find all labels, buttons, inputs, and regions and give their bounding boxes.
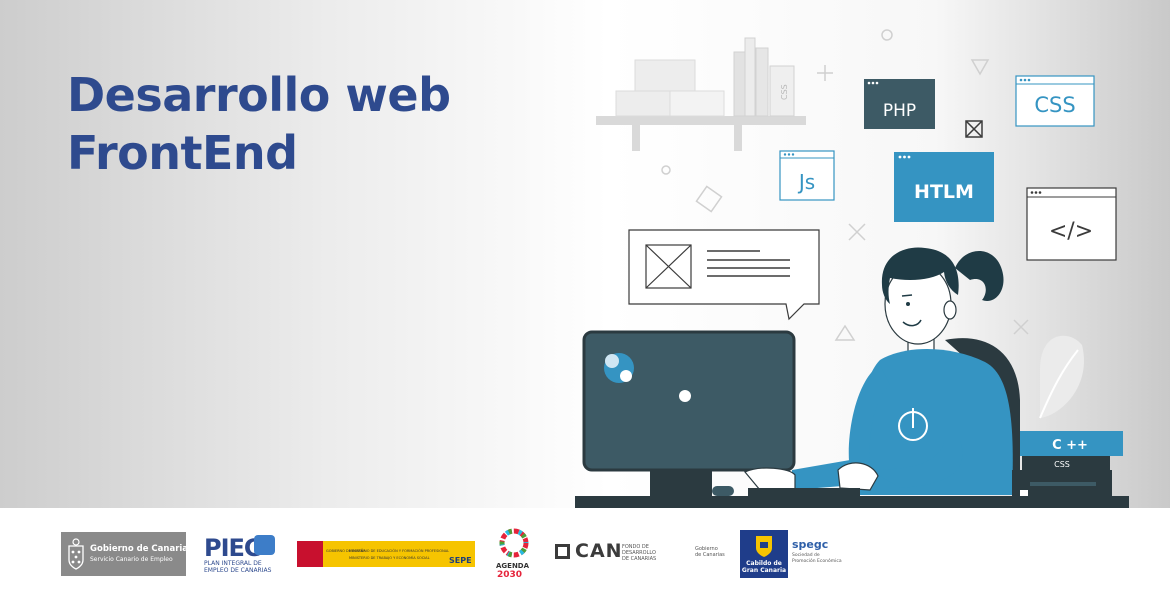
ministerio-educacion-text: MINISTERIO DE EDUCACIÓN Y FORMACIÓN PROF… [349, 549, 450, 553]
logo-piec: PIEC PLAN INTEGRAL DE EMPLEO DE CANARIAS [204, 534, 276, 576]
logo-gobierno-espana: GOBIERNO DE ESPAÑA MINISTERIO DE EDUCACI… [297, 538, 477, 572]
coat-of-arms-icon [68, 538, 84, 570]
gobierno-espana-text: GOBIERNO DE ESPAÑA [326, 549, 366, 553]
shelf-book-label: CSS [780, 84, 789, 100]
sdg-wheel-icon [499, 528, 529, 558]
agenda-line2: 2030 [497, 570, 523, 580]
agenda-line1: AGENDA [496, 562, 530, 570]
ministerio-trabajo-text: MINISTERIO DE TRABAJO Y ECONOMÍA SOCIAL [349, 556, 430, 560]
html-window: HTLM [894, 152, 994, 222]
php-label: PHP [883, 101, 916, 121]
logo-spegc: spegc Sociedad de Promoción Económica [792, 538, 852, 570]
css-window: CSS [1015, 75, 1095, 127]
php-window: PHP [864, 79, 935, 129]
css-label: CSS [1034, 93, 1075, 117]
shelf: CSS [596, 37, 806, 151]
developer-illustration: CSS PHP CSS Js HTLM </> CSS C ++ [575, 29, 1129, 508]
fdcan-mark-icon [555, 544, 570, 559]
books-stack: CSS C ++ [1012, 431, 1123, 496]
cabildo-line2: Gran Canaria [741, 567, 787, 574]
book-css-label: CSS [1054, 460, 1070, 469]
fdcan-gob2: de Canarias [695, 552, 725, 558]
spegc-line1: Sociedad de [792, 553, 820, 558]
logo-fdcan: CAN FONDO DE DESARROLLO DE CANARIAS Gobi… [555, 540, 725, 568]
piec-mark-icon [254, 535, 275, 555]
code-label: </> [1049, 219, 1093, 244]
gobierno-line2: Servicio Canario de Empleo [90, 556, 173, 563]
piec-line1: PLAN INTEGRAL DE [204, 560, 262, 567]
logo-gobierno-canarias: Gobierno de Canarias Servicio Canario de… [61, 532, 193, 576]
js-window: Js [779, 150, 835, 201]
book-cpp-label: C ++ [1052, 438, 1088, 453]
spegc-line2: Promoción Económica [792, 559, 842, 564]
js-label: Js [797, 170, 815, 194]
banner: Desarrollo web FrontEnd CSS PHP CSS Js H… [0, 0, 1170, 508]
fdcan-line3: DE CANARIAS [622, 556, 657, 562]
html-label: HTLM [914, 181, 974, 203]
fdcan-name: CAN [575, 540, 623, 562]
sepe-text: SEPE [449, 556, 472, 565]
cabildo-line1: Cabildo de [746, 560, 782, 567]
piec-line2: EMPLEO DE CANARIAS [204, 567, 272, 574]
piec-name: PIEC [204, 534, 262, 562]
code-window: </> [1026, 187, 1117, 261]
gobierno-line1: Gobierno de Canarias [90, 544, 194, 554]
spegc-name: spegc [792, 538, 829, 551]
logo-cabildo-gran-canaria: Cabildo de Gran Canaria [740, 530, 788, 578]
footer-logos: Gobierno de Canarias Servicio Canario de… [0, 508, 1170, 600]
plant-leaf [1039, 335, 1084, 419]
spain-coat-icon [297, 541, 323, 567]
speech-bubble [628, 229, 820, 321]
cabildo-shield-icon [756, 536, 772, 557]
logo-agenda-2030: AGENDA 2030 [494, 526, 534, 582]
